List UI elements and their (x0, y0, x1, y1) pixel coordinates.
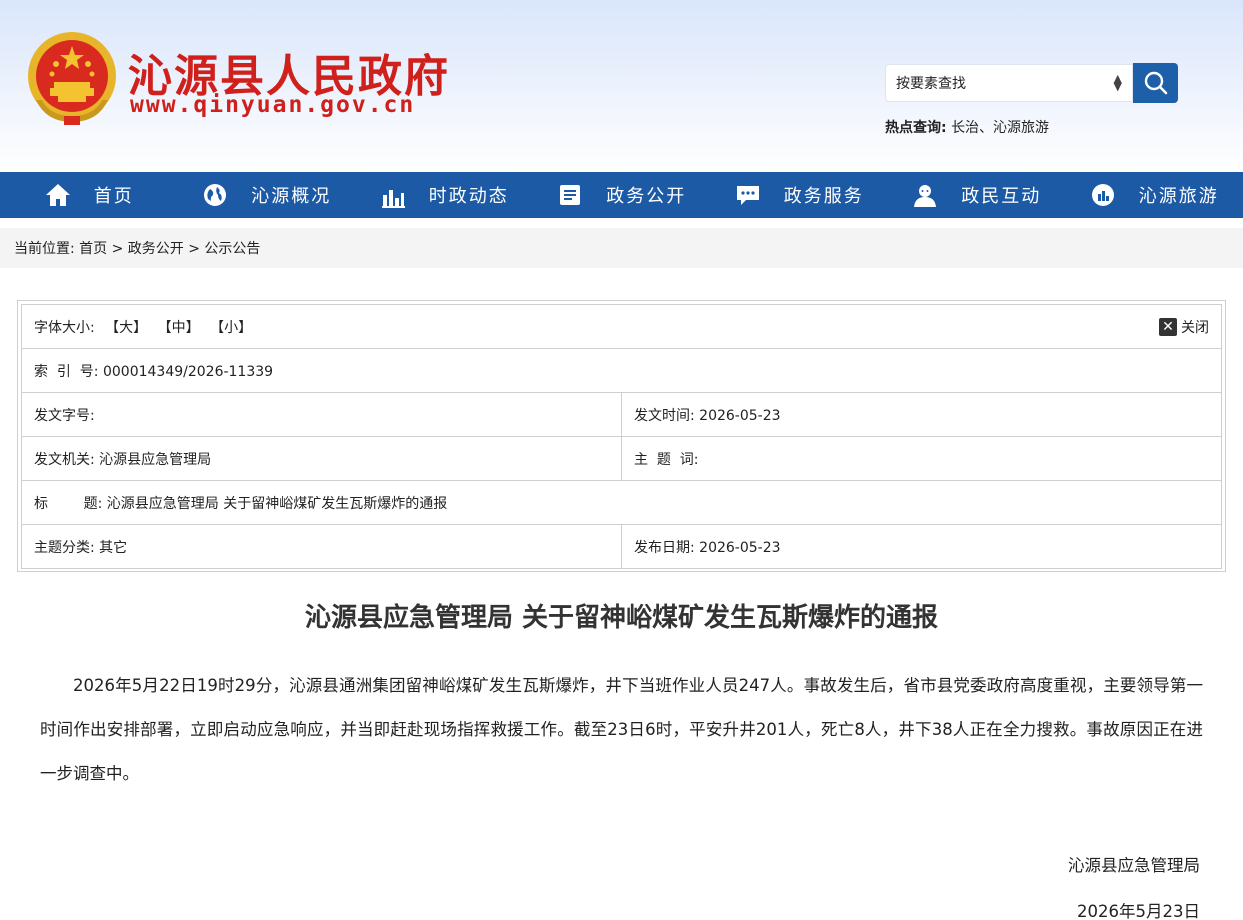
close-icon: ✕ (1159, 317, 1177, 336)
font-small-button[interactable]: 【小】 (210, 320, 252, 336)
article-title: 沁源县应急管理局 关于留神峪煤矿发生瓦斯爆炸的通报 (304, 603, 939, 633)
article-body: 2026年5月22日19时29分，沁源县通洲集团留神峪煤矿发生瓦斯爆炸，井下当班… (40, 676, 1203, 783)
breadcrumb: 当前位置: 首页 > 政务公开 > 公示公告 (0, 228, 1243, 268)
hot-search: 热点查询: 长治、沁源旅游 (885, 117, 1049, 137)
font-size-row: 字体大小: 【大】 【中】 【小】 ✕ 关闭 (21, 304, 1222, 349)
travel-icon (1091, 184, 1114, 206)
keywords: 主 题 词: (621, 436, 1222, 481)
nav-item-overview[interactable]: 沁源概况 (178, 172, 356, 218)
chat-icon (736, 186, 759, 205)
close-label: 关闭 (1181, 319, 1209, 336)
close-button[interactable]: ✕ 关闭 (1159, 317, 1209, 337)
search-select[interactable]: 按要素查找 ▲ ▼ (885, 64, 1133, 102)
chart-icon (381, 190, 405, 208)
national-emblem-icon (28, 32, 116, 125)
nav-item-home[interactable]: 首页 (0, 172, 178, 218)
document-icon (560, 185, 581, 205)
document-info-table: 字体大小: 【大】 【中】 【小】 ✕ 关闭 索 引 号: 000014349/… (21, 304, 1222, 569)
nav-item-label: 政务公开 (606, 186, 687, 207)
hot-search-links[interactable]: 长治、沁源旅游 (951, 120, 1049, 136)
nav-item-label: 政务服务 (783, 186, 864, 207)
signature-organization: 沁源县应急管理局 (1068, 856, 1200, 875)
nav-item-services[interactable]: 政务服务 (710, 172, 888, 218)
font-size-label: 字体大小: (34, 319, 95, 336)
subject-category: 主题分类: 其它 (21, 524, 622, 569)
globe-icon (204, 184, 227, 206)
nav-item-label: 政民互动 (961, 186, 1042, 207)
signature-date: 2026年5月23日 (1077, 902, 1200, 920)
index-number: 索 引 号: 000014349/2026-11339 (21, 348, 1222, 393)
home-icon (45, 184, 70, 206)
document-title: 标 题: 沁源县应急管理局 关于留神峪煤矿发生瓦斯爆炸的通报 (21, 480, 1222, 525)
hot-search-label: 热点查询: (885, 120, 947, 136)
search-button[interactable] (1133, 63, 1178, 103)
people-icon (914, 185, 937, 207)
main-nav: 首页 沁源概况 时政动态 政务公开 政务服务 政民互动 沁源旅游 (0, 172, 1243, 218)
issuing-agency: 发文机关: 沁源县应急管理局 (21, 436, 622, 481)
search-select-label: 按要素查找 (896, 76, 966, 92)
nav-item-label: 首页 (93, 186, 134, 207)
nav-item-label: 沁源概况 (251, 186, 332, 207)
nav-item-label: 沁源旅游 (1138, 186, 1219, 207)
search-icon (1144, 71, 1167, 95)
site-header: 沁源县人民政府 www.qinyuan.gov.cn 按要素查找 ▲ ▼ 热点查询… (0, 0, 1243, 172)
document-number: 发文字号: (21, 392, 622, 437)
select-arrows-icon: ▲ ▼ (1113, 72, 1122, 93)
document-info-panel: 字体大小: 【大】 【中】 【小】 ✕ 关闭 索 引 号: 000014349/… (17, 300, 1226, 572)
nav-item-news[interactable]: 时政动态 (355, 172, 533, 218)
site-url: www.qinyuan.gov.cn (130, 92, 416, 118)
nav-item-label: 时政动态 (428, 186, 509, 207)
nav-item-tourism[interactable]: 沁源旅游 (1065, 172, 1243, 218)
font-large-button[interactable]: 【大】 (105, 320, 147, 336)
document-time: 发文时间: 2026-05-23 (621, 392, 1222, 437)
font-medium-button[interactable]: 【中】 (158, 320, 200, 336)
publish-date: 发布日期: 2026-05-23 (621, 524, 1222, 569)
nav-item-disclosure[interactable]: 政务公开 (533, 172, 711, 218)
nav-item-interaction[interactable]: 政民互动 (888, 172, 1066, 218)
